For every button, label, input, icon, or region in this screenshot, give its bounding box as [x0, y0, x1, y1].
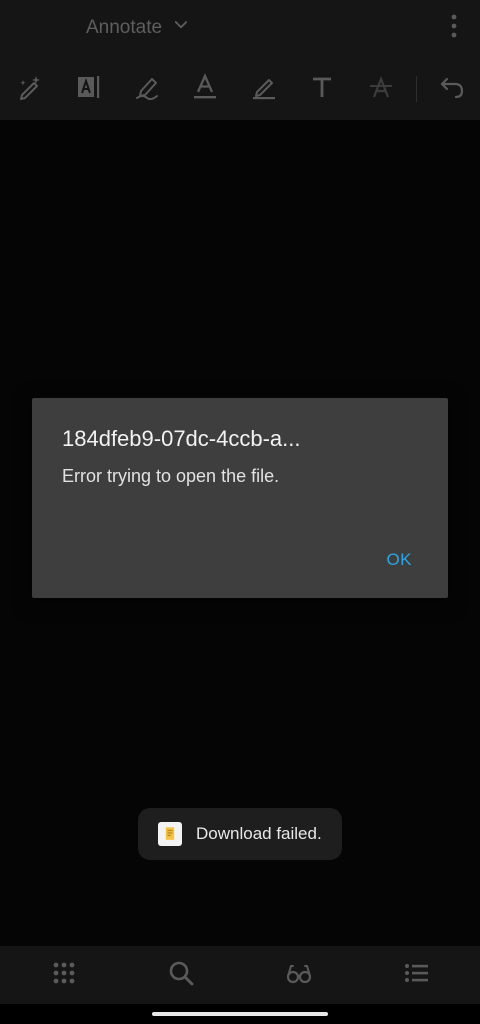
magic-pen-tool[interactable] [15, 74, 45, 104]
strikethrough-tool[interactable] [366, 74, 396, 104]
grid-icon [50, 959, 78, 992]
pen-tool[interactable] [249, 74, 279, 104]
strikethrough-icon [367, 73, 395, 106]
text-tool-icon [308, 73, 336, 106]
highlighter-tool[interactable] [132, 74, 162, 104]
pdf-viewer-screen: Annotate 184dfeb9-07dc-4ccb-a... Error t… [0, 0, 480, 1024]
app-icon [158, 822, 182, 846]
reading-glasses-icon [285, 959, 313, 992]
text-underline-icon [191, 72, 219, 106]
search-button[interactable] [166, 960, 196, 990]
reading-mode-button[interactable] [284, 960, 314, 990]
more-vertical-icon [442, 12, 466, 45]
download-toast: Download failed. [138, 808, 342, 860]
text-underline-tool[interactable] [190, 72, 220, 106]
text-box-icon [74, 73, 102, 106]
bottom-navigation [0, 946, 480, 1004]
text-box-tool[interactable] [73, 74, 103, 104]
text-tool[interactable] [307, 74, 337, 104]
home-indicator[interactable] [152, 1012, 328, 1016]
toolbar-divider [416, 76, 417, 102]
magic-pen-icon [16, 73, 44, 106]
thumbnails-button[interactable] [49, 960, 79, 990]
mode-label: Annotate [86, 17, 163, 38]
outline-button[interactable] [401, 960, 431, 990]
dialog-title: 184dfeb9-07dc-4ccb-a... [62, 426, 301, 451]
overflow-menu-button[interactable] [442, 14, 466, 42]
outline-list-icon [402, 959, 430, 992]
highlighter-icon [133, 73, 161, 106]
ok-button[interactable]: OK [380, 546, 418, 574]
undo-button[interactable] [437, 74, 467, 104]
mode-selector[interactable]: Annotate [86, 12, 190, 44]
toast-message: Download failed. [196, 824, 322, 843]
error-dialog: 184dfeb9-07dc-4ccb-a... Error trying to … [32, 398, 448, 598]
top-app-bar: Annotate [0, 0, 480, 56]
dialog-message: Error trying to open the file. [62, 466, 280, 486]
annotation-toolbar [0, 56, 480, 120]
pen-icon [250, 73, 278, 106]
search-icon [167, 959, 195, 992]
chevron-down-icon [172, 16, 190, 40]
undo-icon [438, 73, 466, 106]
